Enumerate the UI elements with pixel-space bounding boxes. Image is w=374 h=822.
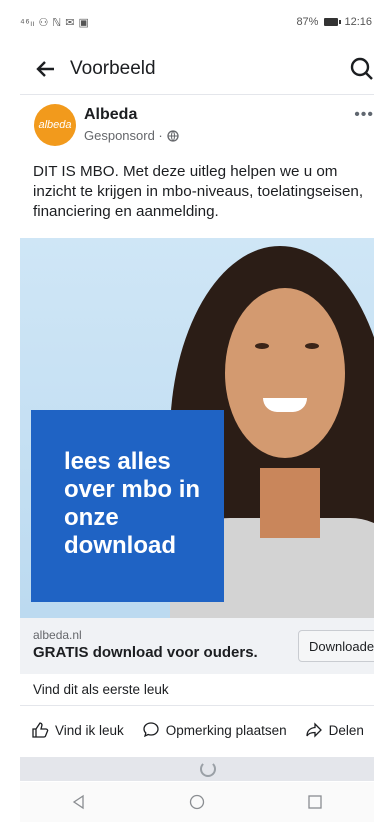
nav-recents-button[interactable] xyxy=(300,787,330,817)
page-title: Voorbeeld xyxy=(70,58,156,79)
image-overlay-box: lees alles over mbo in onze download xyxy=(31,410,224,602)
battery-icon xyxy=(324,18,342,26)
action-bar: Vind ik leuk Opmerking plaatsen Delen xyxy=(20,708,374,752)
avatar[interactable]: albeda xyxy=(34,104,76,146)
image-overlay-text: lees alles over mbo in onze download xyxy=(64,448,201,559)
loading-spinner-icon xyxy=(200,761,216,777)
square-recents-icon xyxy=(308,795,322,809)
like-count-line: Vind dit als eerste leuk xyxy=(20,674,374,706)
share-icon xyxy=(305,722,322,738)
post-text: DIT IS MBO. Met deze uitleg helpen we u … xyxy=(33,163,364,220)
thumbs-up-icon xyxy=(32,722,49,738)
nav-home-button[interactable] xyxy=(182,787,212,817)
share-button[interactable]: Delen xyxy=(305,721,364,739)
like-button[interactable]: Vind ik leuk xyxy=(31,721,124,739)
system-navbar xyxy=(20,782,374,822)
person-eye-left xyxy=(255,343,269,349)
more-options-button[interactable]: ••• xyxy=(354,106,374,124)
top-bar: Voorbeeld xyxy=(20,44,374,95)
status-bar: ⁴⁶ₗₗ ⚇ ℕ ✉ ▣ 87% 12:16 xyxy=(20,0,374,44)
person-face xyxy=(225,288,345,458)
back-button[interactable] xyxy=(24,47,68,91)
share-label: Delen xyxy=(328,722,364,738)
status-icons: ⁴⁶ₗₗ ⚇ ℕ ✉ ▣ xyxy=(20,16,90,29)
comment-icon xyxy=(143,722,159,738)
nav-back-button[interactable] xyxy=(64,787,94,817)
search-button[interactable] xyxy=(348,54,374,84)
cta-bar[interactable]: albeda.nl GRATIS download voor ouders. D… xyxy=(20,618,374,674)
triangle-back-icon xyxy=(72,794,84,810)
person-neck xyxy=(260,468,320,538)
loading-strip xyxy=(20,757,374,781)
link-headline: GRATIS download voor ouders. xyxy=(33,644,258,661)
comment-button[interactable]: Opmerking plaatsen xyxy=(142,721,287,739)
status-right: 87% 12:16 xyxy=(296,16,374,28)
comment-label: Opmerking plaatsen xyxy=(165,722,287,738)
link-domain: albeda.nl xyxy=(33,628,82,642)
circle-home-icon xyxy=(189,794,205,810)
sponsored-text: Gesponsord · xyxy=(84,128,163,143)
sponsored-label: Gesponsord · xyxy=(84,128,179,143)
arrow-left-icon xyxy=(36,61,54,77)
page-name[interactable]: Albeda xyxy=(84,106,137,124)
clock: 12:16 xyxy=(344,16,372,28)
search-icon xyxy=(350,57,373,80)
post-header: albeda Albeda Gesponsord · ••• xyxy=(20,102,374,150)
globe-icon xyxy=(167,129,179,142)
battery-percent: 87% xyxy=(296,16,319,28)
person-eye-right xyxy=(305,343,319,349)
download-button[interactable]: Downloaden xyxy=(298,630,374,662)
like-label: Vind ik leuk xyxy=(55,722,124,738)
